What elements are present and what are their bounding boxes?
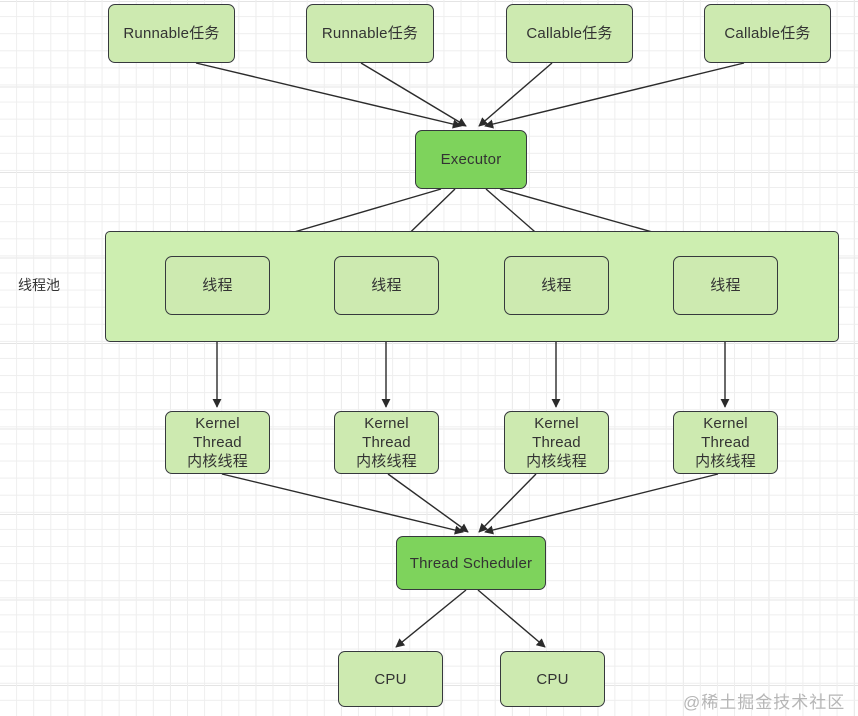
task-node-label: Runnable任务	[321, 25, 419, 42]
kernel-thread-line-2: Thread	[362, 434, 411, 451]
edge-kernel1-scheduler	[221, 473, 464, 535]
task-node-callable-1[interactable]: Callable任务	[506, 4, 633, 63]
cpu-node-1[interactable]: CPU	[338, 651, 443, 707]
kernel-thread-line-1: Kernel	[195, 415, 240, 432]
edge-layer	[195, 62, 745, 648]
edge-task4-executor	[484, 62, 745, 129]
edge-kernel4-scheduler	[484, 473, 719, 535]
kernel-thread-line-2: Thread	[701, 434, 750, 451]
thread-node-2[interactable]: 线程	[334, 256, 439, 315]
edge-kernel2-scheduler	[387, 473, 469, 533]
kernel-thread-line-3: 内核线程	[526, 453, 587, 470]
thread-node-label: 线程	[710, 277, 741, 294]
kernel-thread-line-2: Thread	[532, 434, 581, 451]
cpu-node-label: CPU	[374, 670, 407, 688]
task-node-label: Callable任务	[526, 25, 613, 42]
thread-scheduler-label: Thread Scheduler	[409, 554, 533, 572]
cpu-node-label: CPU	[536, 670, 569, 688]
edge-scheduler-cpu2	[477, 589, 546, 648]
edge-kernel3-scheduler	[478, 473, 537, 533]
thread-pool-label: 线程池	[18, 277, 60, 293]
thread-node-3[interactable]: 线程	[504, 256, 609, 315]
executor-node[interactable]: Executor	[415, 130, 527, 189]
thread-node-4[interactable]: 线程	[673, 256, 778, 315]
watermark: @稀土掘金技术社区	[683, 693, 846, 712]
kernel-thread-line-3: 内核线程	[356, 453, 417, 470]
diagram-canvas: 线程池 Runnable任务 Runnable任务 Callable任务 Cal…	[0, 0, 858, 716]
kernel-thread-line-3: 内核线程	[187, 453, 248, 470]
edge-task3-executor	[478, 62, 553, 127]
edge-scheduler-cpu1	[395, 589, 467, 648]
task-node-label: Runnable任务	[123, 25, 220, 42]
kernel-thread-line-1: Kernel	[534, 415, 579, 432]
thread-node-label: 线程	[371, 277, 402, 294]
thread-node-label: 线程	[202, 277, 233, 294]
kernel-thread-line-1: Kernel	[703, 415, 748, 432]
task-node-callable-2[interactable]: Callable任务	[704, 4, 831, 63]
kernel-thread-node-3[interactable]: Kernel Thread 内核线程	[504, 411, 609, 474]
kernel-thread-line-3: 内核线程	[695, 453, 756, 470]
cpu-node-2[interactable]: CPU	[500, 651, 605, 707]
edge-task1-executor	[195, 62, 462, 129]
kernel-thread-node-4[interactable]: Kernel Thread 内核线程	[673, 411, 778, 474]
task-node-label: Callable任务	[724, 25, 811, 42]
kernel-thread-line-2: Thread	[193, 434, 242, 451]
executor-label: Executor	[440, 151, 502, 168]
edge-task2-executor	[360, 62, 467, 127]
thread-node-label: 线程	[541, 277, 572, 294]
thread-scheduler-node[interactable]: Thread Scheduler	[396, 536, 546, 590]
kernel-thread-node-2[interactable]: Kernel Thread 内核线程	[334, 411, 439, 474]
task-node-runnable-1[interactable]: Runnable任务	[108, 4, 235, 63]
task-node-runnable-2[interactable]: Runnable任务	[306, 4, 434, 63]
thread-node-1[interactable]: 线程	[165, 256, 270, 315]
kernel-thread-line-1: Kernel	[364, 415, 409, 432]
kernel-thread-node-1[interactable]: Kernel Thread 内核线程	[165, 411, 270, 474]
